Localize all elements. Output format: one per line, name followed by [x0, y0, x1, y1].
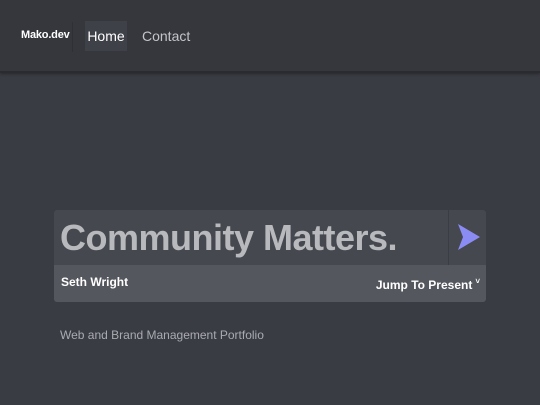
send-button[interactable] [448, 210, 486, 265]
hero-meta-bar: Seth Wright Jump To Present ˅ [54, 265, 486, 302]
hero-title-bar: Community Matters. [54, 210, 486, 265]
top-navbar: Mako.dev Home Contact [0, 0, 540, 73]
brand-logo-link[interactable]: Mako.dev [21, 29, 70, 41]
send-arrow-icon [458, 224, 480, 250]
nav-divider [72, 22, 73, 52]
author-name: Seth Wright [61, 275, 129, 289]
jump-to-present-label: Jump To Present [375, 278, 473, 292]
hero-card: Community Matters. Seth Wright Jump To P… [54, 210, 486, 302]
portfolio-subtitle: Web and Brand Management Portfolio [60, 328, 264, 342]
nav-home-link[interactable]: Home [85, 21, 127, 51]
hero-title: Community Matters. [60, 217, 398, 258]
nav-contact-link[interactable]: Contact [142, 21, 190, 51]
jump-to-present-dropdown[interactable]: Jump To Present ˅ [376, 277, 480, 292]
chevron-down-icon: ˅ [475, 277, 480, 286]
